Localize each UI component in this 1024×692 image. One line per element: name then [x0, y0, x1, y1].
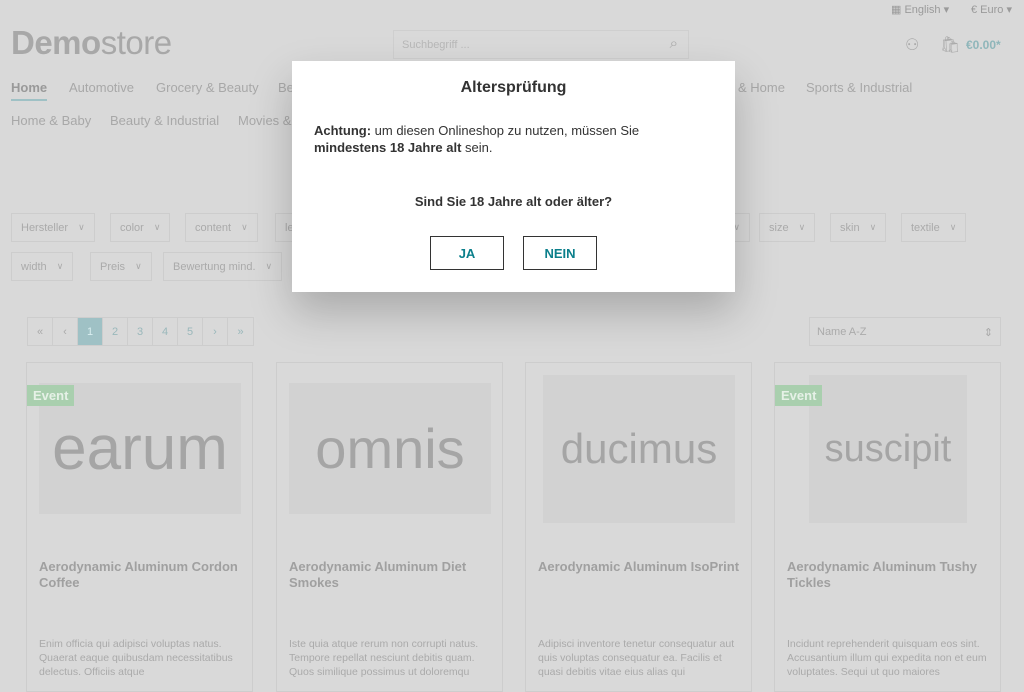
page-prev[interactable]: ‹ [53, 318, 78, 345]
chevron-down-icon: ∨ [153, 222, 161, 232]
language-selector[interactable]: ▦ English ▾ [891, 3, 949, 16]
account-icon[interactable]: ⚇ [905, 35, 919, 55]
page-next[interactable]: › [203, 318, 228, 345]
nav-grocery-beauty[interactable]: Grocery & Beauty [156, 80, 259, 95]
filter-hersteller[interactable]: Hersteller ∨ [11, 213, 95, 242]
yes-button[interactable]: JA [430, 236, 504, 270]
filter-bewertung[interactable]: Bewertung mind. ∨ [163, 252, 283, 281]
currency-selector[interactable]: € Euro ▾ [971, 3, 1012, 16]
chevron-down-icon: ∨ [798, 222, 806, 232]
page-2[interactable]: 2 [103, 318, 128, 345]
product-title[interactable]: Aerodynamic Aluminum Tushy Tickles [787, 559, 992, 591]
product-description: Enim officia qui adipisci voluptas natus… [39, 638, 233, 678]
nav-automotive[interactable]: Automotive [69, 80, 134, 95]
product-image[interactable]: omnis [289, 383, 491, 514]
filter-skin[interactable]: skin ∨ [830, 213, 887, 242]
select-arrows-icon: ⇕ [983, 327, 993, 339]
logo[interactable]: Demostore [11, 24, 172, 62]
chevron-down-icon: ∨ [265, 261, 273, 271]
page-5[interactable]: 5 [178, 318, 203, 345]
filter-color[interactable]: color ∨ [110, 213, 171, 242]
cart-total[interactable]: €0.00* [966, 38, 1001, 52]
search-icon[interactable]: ⌕ [670, 35, 678, 52]
product-card[interactable]: earum Event Aerodynamic Aluminum Cordon … [26, 362, 253, 692]
chevron-down-icon: ∨ [56, 261, 64, 271]
nav-home-baby[interactable]: Home & Baby [11, 113, 91, 128]
chevron-down-icon: ∨ [78, 222, 85, 232]
age-verification-modal: Altersprüfung Achtung: um diesen Onlines… [292, 61, 735, 292]
filter-preis[interactable]: Preis ∨ [90, 252, 152, 281]
no-button[interactable]: NEIN [523, 236, 597, 270]
page-first[interactable]: « [28, 318, 53, 345]
nav-beauty-industrial[interactable]: Beauty & Industrial [110, 113, 219, 128]
nav-movies[interactable]: Movies & [238, 113, 291, 128]
product-title[interactable]: Aerodynamic Aluminum Diet Smokes [289, 559, 494, 591]
chevron-down-icon: ∨ [869, 222, 877, 232]
product-card[interactable]: ducimus Aerodynamic Aluminum IsoPrint Ad… [525, 362, 752, 692]
page-3[interactable]: 3 [128, 318, 153, 345]
product-description: Incidunt reprehenderit quisquam eos sint… [787, 638, 987, 678]
product-description: Iste quia atque rerum non corrupti natus… [289, 638, 479, 678]
product-card[interactable]: suscipit Event Aerodynamic Aluminum Tush… [774, 362, 1001, 692]
nav-home-category[interactable]: & Home [738, 80, 785, 95]
modal-warning: Achtung: um diesen Onlineshop zu nutzen,… [314, 123, 640, 155]
pagination: « ‹ 1 2 3 4 5 › » [27, 317, 254, 346]
chevron-down-icon: ∨ [135, 261, 142, 271]
page-1[interactable]: 1 [78, 318, 103, 345]
page-4[interactable]: 4 [153, 318, 178, 345]
product-description: Adipisci inventore tenetur consequatur a… [538, 638, 735, 678]
product-image[interactable]: ducimus [543, 375, 735, 523]
product-image[interactable]: suscipit [809, 375, 967, 523]
product-title[interactable]: Aerodynamic Aluminum Cordon Coffee [39, 559, 244, 591]
nav-home[interactable]: Home [11, 80, 48, 101]
event-badge: Event [775, 385, 823, 406]
nav-sports-industrial[interactable]: Sports & Industrial [806, 80, 912, 95]
filter-size[interactable]: size ∨ [759, 213, 816, 242]
product-card[interactable]: omnis Aerodynamic Aluminum Diet Smokes I… [276, 362, 503, 692]
cart-icon[interactable]: 🛍︎ [940, 35, 960, 55]
product-title[interactable]: Aerodynamic Aluminum IsoPrint [538, 559, 743, 575]
uk-flag-icon: ▦ [891, 4, 902, 16]
filter-textile[interactable]: textile ∨ [901, 213, 967, 242]
page-last[interactable]: » [228, 318, 253, 345]
modal-question: Sind Sie 18 Jahre alt oder älter? [414, 194, 613, 209]
filter-content[interactable]: content ∨ [185, 213, 258, 242]
chevron-down-icon: ∨ [241, 222, 248, 232]
modal-title: Altersprüfung [460, 79, 567, 96]
event-badge: Event [27, 385, 75, 406]
search-input[interactable]: Suchbegriff ... ⌕ [393, 30, 689, 59]
sort-select[interactable]: Name A-Z ⇕ [809, 317, 1001, 346]
chevron-down-icon: ∨ [949, 222, 957, 232]
filter-width[interactable]: width ∨ [11, 252, 74, 281]
